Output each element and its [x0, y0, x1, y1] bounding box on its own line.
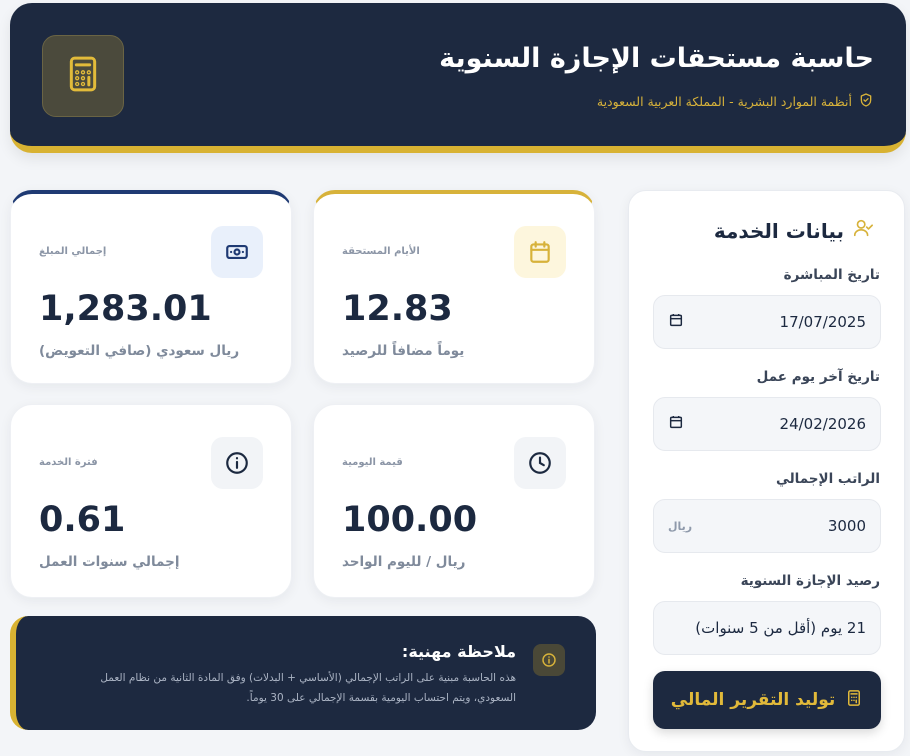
- note-title: ملاحظة مهنية:: [401, 642, 516, 661]
- balance-value: 21 يوم (أقل من 5 سنوات): [695, 619, 866, 637]
- currency-unit: ريال: [668, 519, 693, 533]
- subtitle-text: أنظمة الموارد البشرية - المملكة العربية …: [596, 94, 852, 109]
- shield-check-icon: [858, 92, 874, 111]
- days-label: الأيام المستحقة: [342, 246, 420, 257]
- total-card: إجمالي المبلغ 1,283.01 ريال سعودي (صافي …: [10, 190, 292, 384]
- balance-label: رصيد الإجازة السنوية: [740, 573, 880, 589]
- daily-label: قيمة اليومية: [342, 457, 403, 468]
- start-date-value: 17/07/2025: [779, 313, 866, 331]
- generate-report-label: توليد التقرير المالي: [670, 690, 836, 710]
- calendar-picker-icon[interactable]: [668, 312, 684, 332]
- page-subtitle: أنظمة الموارد البشرية - المملكة العربية …: [597, 92, 874, 111]
- start-date-label: تاريخ المباشرة: [783, 267, 880, 283]
- panel-title: بيانات الخدمة: [714, 217, 874, 244]
- end-date-value: 24/02/2026: [779, 415, 866, 433]
- service-data-panel: بيانات الخدمة تاريخ المباشرة 17/07/2025 …: [628, 190, 905, 752]
- banknote-icon: [211, 226, 263, 278]
- calculator-icon: [845, 689, 863, 712]
- panel-title-text: بيانات الخدمة: [713, 218, 844, 243]
- total-unit: ريال سعودي (صافي التعويض): [39, 343, 240, 359]
- calculator-logo: [42, 35, 124, 117]
- end-date-label: تاريخ آخر يوم عمل: [756, 369, 880, 385]
- daily-value: 100.00: [342, 500, 478, 540]
- start-date-input[interactable]: 17/07/2025: [653, 295, 881, 349]
- total-label: إجمالي المبلغ: [39, 246, 107, 257]
- clock-icon: [514, 437, 566, 489]
- user-check-icon: [852, 217, 874, 244]
- info-icon: [533, 644, 565, 676]
- generate-report-button[interactable]: توليد التقرير المالي: [653, 671, 881, 729]
- calendar-picker-icon[interactable]: [668, 414, 684, 434]
- days-value: 12.83: [342, 289, 453, 329]
- professional-note: ملاحظة مهنية: هذه الحاسبة مبنية على الرا…: [10, 616, 596, 730]
- days-unit: يوماً مضافاً للرصيد: [342, 343, 465, 359]
- total-value: 1,283.01: [39, 289, 212, 329]
- page-title: حاسبة مستحقات الإجازة السنوية: [439, 43, 874, 74]
- app-header: حاسبة مستحقات الإجازة السنوية أنظمة المو…: [10, 3, 906, 153]
- service-value: 0.61: [39, 500, 126, 540]
- salary-input[interactable]: ريال 3000: [653, 499, 881, 553]
- service-label: فترة الخدمة: [39, 457, 98, 468]
- service-card: فترة الخدمة 0.61 إجمالي سنوات العمل: [10, 404, 292, 598]
- service-unit: إجمالي سنوات العمل: [39, 554, 180, 570]
- end-date-input[interactable]: 24/02/2026: [653, 397, 881, 451]
- balance-select[interactable]: 21 يوم (أقل من 5 سنوات): [653, 601, 881, 655]
- days-card: الأيام المستحقة 12.83 يوماً مضافاً للرصي…: [313, 190, 595, 384]
- note-body: هذه الحاسبة مبنية على الراتب الإجمالي (ا…: [100, 672, 516, 704]
- daily-card: قيمة اليومية 100.00 ريال / لليوم الواحد: [313, 404, 595, 598]
- calendar-icon: [514, 226, 566, 278]
- calculator-icon: [63, 54, 103, 98]
- salary-label: الراتب الإجمالي: [775, 471, 880, 487]
- daily-unit: ريال / لليوم الواحد: [342, 554, 466, 570]
- info-icon: [211, 437, 263, 489]
- salary-value: 3000: [827, 517, 866, 535]
